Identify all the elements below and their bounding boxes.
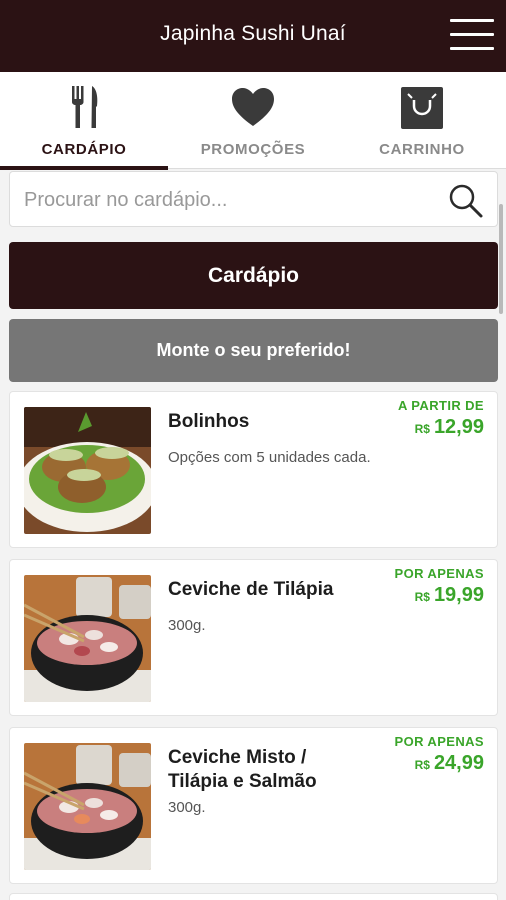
item-description: 300g. — [168, 617, 206, 634]
search-bar — [9, 171, 498, 227]
item-description: Opções com 5 unidades cada. — [168, 449, 371, 466]
tab-promocoes[interactable]: PROMOÇÕES — [169, 72, 337, 169]
shopping-bag-icon — [401, 87, 443, 129]
search-input[interactable] — [24, 182, 424, 218]
tab-cardapio[interactable]: CARDÁPIO — [0, 72, 168, 170]
price-label: A PARTIR DE — [397, 398, 484, 413]
menu-item-card[interactable]: Bolinhos Opções com 5 unidades cada. A P… — [9, 391, 498, 548]
tab-label: CARDÁPIO — [41, 141, 127, 158]
search-icon[interactable] — [447, 182, 485, 220]
price-label: POR APENAS — [394, 566, 484, 581]
price-value: 24,99 — [433, 752, 484, 774]
heart-icon — [232, 88, 274, 126]
cardapio-button[interactable]: Cardápio — [9, 242, 498, 309]
item-price: R$ 24,99 — [415, 752, 484, 775]
tab-label: CARRINHO — [379, 141, 465, 158]
tab-bar: CARDÁPIO PROMOÇÕES CARRINHO — [0, 72, 506, 170]
price-label: POR APENAS — [394, 734, 484, 749]
item-name: Bolinhos — [168, 411, 250, 432]
currency: R$ — [414, 758, 430, 772]
menu-item-card[interactable] — [9, 893, 498, 900]
item-name: Ceviche de Tilápia — [168, 579, 334, 600]
scrollbar[interactable] — [499, 204, 503, 314]
currency: R$ — [414, 422, 430, 436]
item-price: R$ 12,99 — [415, 416, 484, 439]
menu-item-card[interactable]: Ceviche de Tilápia 300g. POR APENAS R$ 19… — [9, 559, 498, 716]
ceviche-photo — [24, 575, 151, 702]
hamburger-menu-icon[interactable] — [450, 17, 494, 53]
monte-seu-preferido-button[interactable]: Monte o seu preferido! — [9, 319, 498, 382]
tab-carrinho[interactable]: CARRINHO — [338, 72, 506, 169]
price-value: 19,99 — [433, 584, 484, 606]
app-header: Japinha Sushi Unaí — [0, 0, 506, 72]
bolinhos-photo — [24, 407, 151, 534]
ceviche-photo — [24, 743, 151, 870]
currency: R$ — [414, 590, 430, 604]
tab-label: PROMOÇÕES — [200, 141, 306, 158]
item-description: 300g. — [168, 799, 206, 816]
menu-item-card[interactable]: Ceviche Misto / Tilápia e Salmão 300g. P… — [9, 727, 498, 884]
item-name: Ceviche Misto / Tilápia e Salmão — [168, 747, 317, 792]
item-price: R$ 19,99 — [415, 584, 484, 607]
fork-knife-icon — [72, 86, 98, 128]
app-title: Japinha Sushi Unaí — [160, 22, 346, 45]
price-value: 12,99 — [433, 416, 484, 438]
